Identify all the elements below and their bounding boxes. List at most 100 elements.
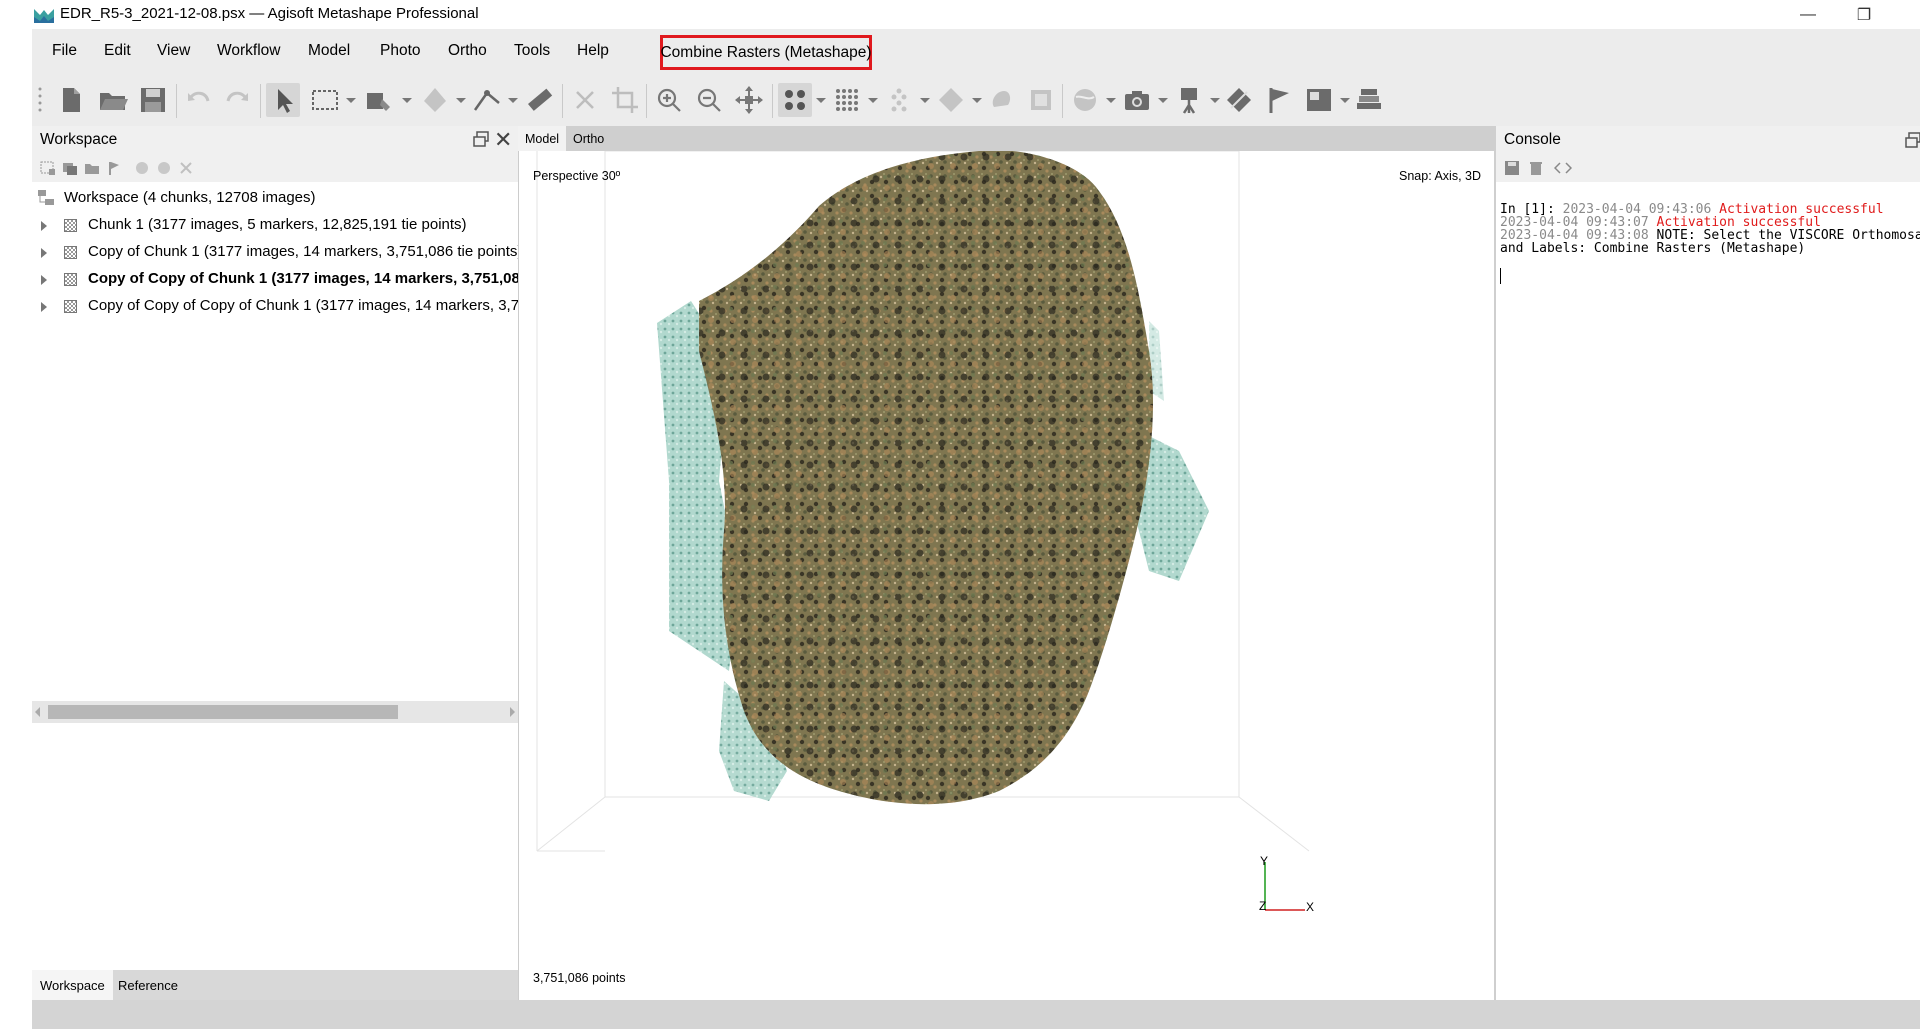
restore-button[interactable]: ❐ [1836, 0, 1892, 29]
show-shapes-icon[interactable] [1222, 83, 1256, 117]
menu-help[interactable]: Help [577, 42, 609, 60]
expand-arrow-icon[interactable] [41, 302, 47, 312]
float-panel-icon[interactable] [472, 130, 490, 148]
menu-workflow[interactable]: Workflow [217, 42, 280, 60]
scroll-left-icon[interactable] [35, 707, 40, 717]
expand-arrow-icon[interactable] [41, 221, 47, 231]
menu-file[interactable]: File [52, 42, 77, 60]
save-log-icon[interactable] [1504, 160, 1520, 176]
chunk-icon [64, 219, 77, 232]
dem-icon[interactable] [984, 83, 1018, 117]
tree-item-chunk-active[interactable]: Copy of Copy of Chunk 1 (3177 images, 14… [32, 267, 518, 293]
tree-root-workspace[interactable]: Workspace (4 chunks, 12708 images) [32, 186, 518, 212]
menu-photo[interactable]: Photo [380, 42, 421, 60]
perspective-label: Perspective 30º [533, 169, 621, 183]
tiled-model-icon[interactable] [934, 83, 968, 117]
tree-item-chunk[interactable]: Chunk 1 (3177 images, 5 markers, 12,825,… [32, 213, 518, 239]
resize-region-icon[interactable] [362, 83, 396, 117]
expand-arrow-icon[interactable] [41, 275, 47, 285]
tab-ortho[interactable]: Ortho [566, 126, 611, 151]
workspace-empty-area [32, 723, 518, 970]
delete-selection-icon[interactable] [568, 83, 602, 117]
rectangle-selection-icon[interactable] [308, 83, 342, 117]
zoom-out-icon[interactable] [692, 83, 726, 117]
tree-item-chunk[interactable]: Copy of Copy of Copy of Chunk 1 (3177 im… [32, 294, 518, 320]
menu-combine-rasters[interactable]: Combine Rasters (Metashape) [660, 35, 872, 70]
enable-icon[interactable] [134, 160, 150, 176]
chunk-icon [64, 273, 77, 286]
navigation-cursor-icon[interactable] [266, 83, 300, 117]
chunk-icon [64, 300, 77, 313]
metashape-logo-icon [34, 9, 54, 23]
float-panel-icon[interactable] [1904, 131, 1920, 149]
text-caret [1500, 268, 1501, 284]
draw-polygon-icon[interactable] [418, 83, 452, 117]
console-panel-header: Console [1494, 126, 1920, 154]
camera-icon[interactable] [1120, 83, 1154, 117]
reset-view-icon[interactable] [732, 83, 766, 117]
workspace-toolbar [32, 154, 518, 182]
run-script-icon[interactable] [1554, 160, 1572, 176]
menu-tools[interactable]: Tools [514, 42, 550, 60]
workspace-root-label: Workspace (4 chunks, 12708 images) [64, 189, 316, 206]
expand-arrow-icon[interactable] [41, 248, 47, 258]
show-cameras-icon[interactable] [1172, 83, 1206, 117]
close-panel-icon[interactable]: ✕ [494, 127, 512, 153]
axis-z-label: Z [1259, 899, 1267, 913]
workspace-tree-icon [38, 190, 54, 205]
menu-model[interactable]: Model [308, 42, 350, 60]
tree-item-chunk[interactable]: Copy of Chunk 1 (3177 images, 14 markers… [32, 240, 518, 266]
zoom-in-icon[interactable] [652, 83, 686, 117]
undo-icon[interactable] [182, 83, 216, 117]
menu-ortho[interactable]: Ortho [448, 42, 487, 60]
chunk-label: Chunk 1 (3177 images, 5 markers, 12,825,… [88, 216, 467, 233]
disable-icon[interactable] [156, 160, 172, 176]
scroll-right-icon[interactable] [510, 707, 515, 717]
left-margin [0, 29, 32, 1029]
orthomosaic-icon[interactable] [1024, 83, 1058, 117]
axis-y-label: Y [1260, 854, 1269, 868]
menu-bar: File Edit View Workflow Model Photo Orth… [32, 29, 1920, 76]
status-bar [32, 1000, 1920, 1029]
menu-edit[interactable]: Edit [104, 42, 131, 60]
console-output[interactable]: In [1]: 2023-04-04 09:43:06 Activation s… [1494, 182, 1920, 1000]
viewport-tabs: Model Ortho [518, 126, 1494, 151]
globe-icon[interactable] [1068, 83, 1102, 117]
minimize-button[interactable]: — [1780, 0, 1836, 29]
show-images-icon[interactable] [1302, 83, 1336, 117]
open-folder-icon[interactable] [96, 83, 130, 117]
window-title: EDR_R5-3_2021-12-08.psx — Agisoft Metash… [60, 5, 479, 22]
ruler-icon[interactable] [522, 83, 556, 117]
show-markers-icon[interactable] [1262, 83, 1296, 117]
workspace-horizontal-scrollbar[interactable] [32, 701, 518, 723]
toolbar-grip-icon [38, 87, 42, 112]
add-folder-icon[interactable] [84, 160, 100, 176]
chunk-label: Copy of Copy of Chunk 1 (3177 images, 14… [88, 270, 518, 287]
model-shaded-icon[interactable] [882, 83, 916, 117]
point-cloud-icon[interactable] [778, 83, 812, 117]
crop-icon[interactable] [608, 83, 642, 117]
menu-view[interactable]: View [157, 42, 190, 60]
left-panel-tabs: Workspace Reference [32, 970, 518, 1000]
scrollbar-thumb[interactable] [48, 705, 398, 719]
console-line: and Labels: Combine Rasters (Metashape) [1500, 241, 1806, 256]
draw-polyline-icon[interactable] [470, 83, 504, 117]
tab-reference[interactable]: Reference [110, 970, 186, 1000]
tab-model[interactable]: Model [518, 126, 567, 151]
title-bar: EDR_R5-3_2021-12-08.psx — Agisoft Metash… [0, 0, 1920, 29]
save-icon[interactable] [136, 83, 170, 117]
chunk-label: Copy of Copy of Copy of Chunk 1 (3177 im… [88, 297, 518, 314]
add-marker-icon[interactable] [106, 160, 122, 176]
redo-icon[interactable] [220, 83, 254, 117]
snap-label: Snap: Axis, 3D [1399, 169, 1481, 183]
layers-icon[interactable] [1352, 83, 1386, 117]
add-photos-icon[interactable] [62, 160, 78, 176]
model-viewport[interactable]: Perspective 30º Snap: Axis, 3D 3,751,086… [518, 151, 1495, 1000]
remove-item-icon[interactable] [178, 160, 194, 176]
clear-log-icon[interactable] [1528, 160, 1544, 176]
tab-workspace[interactable]: Workspace [32, 970, 113, 1000]
new-document-icon[interactable] [54, 83, 88, 117]
dense-cloud-icon[interactable] [830, 83, 864, 117]
main-toolbar [32, 76, 1920, 127]
add-chunk-icon[interactable] [40, 160, 56, 176]
